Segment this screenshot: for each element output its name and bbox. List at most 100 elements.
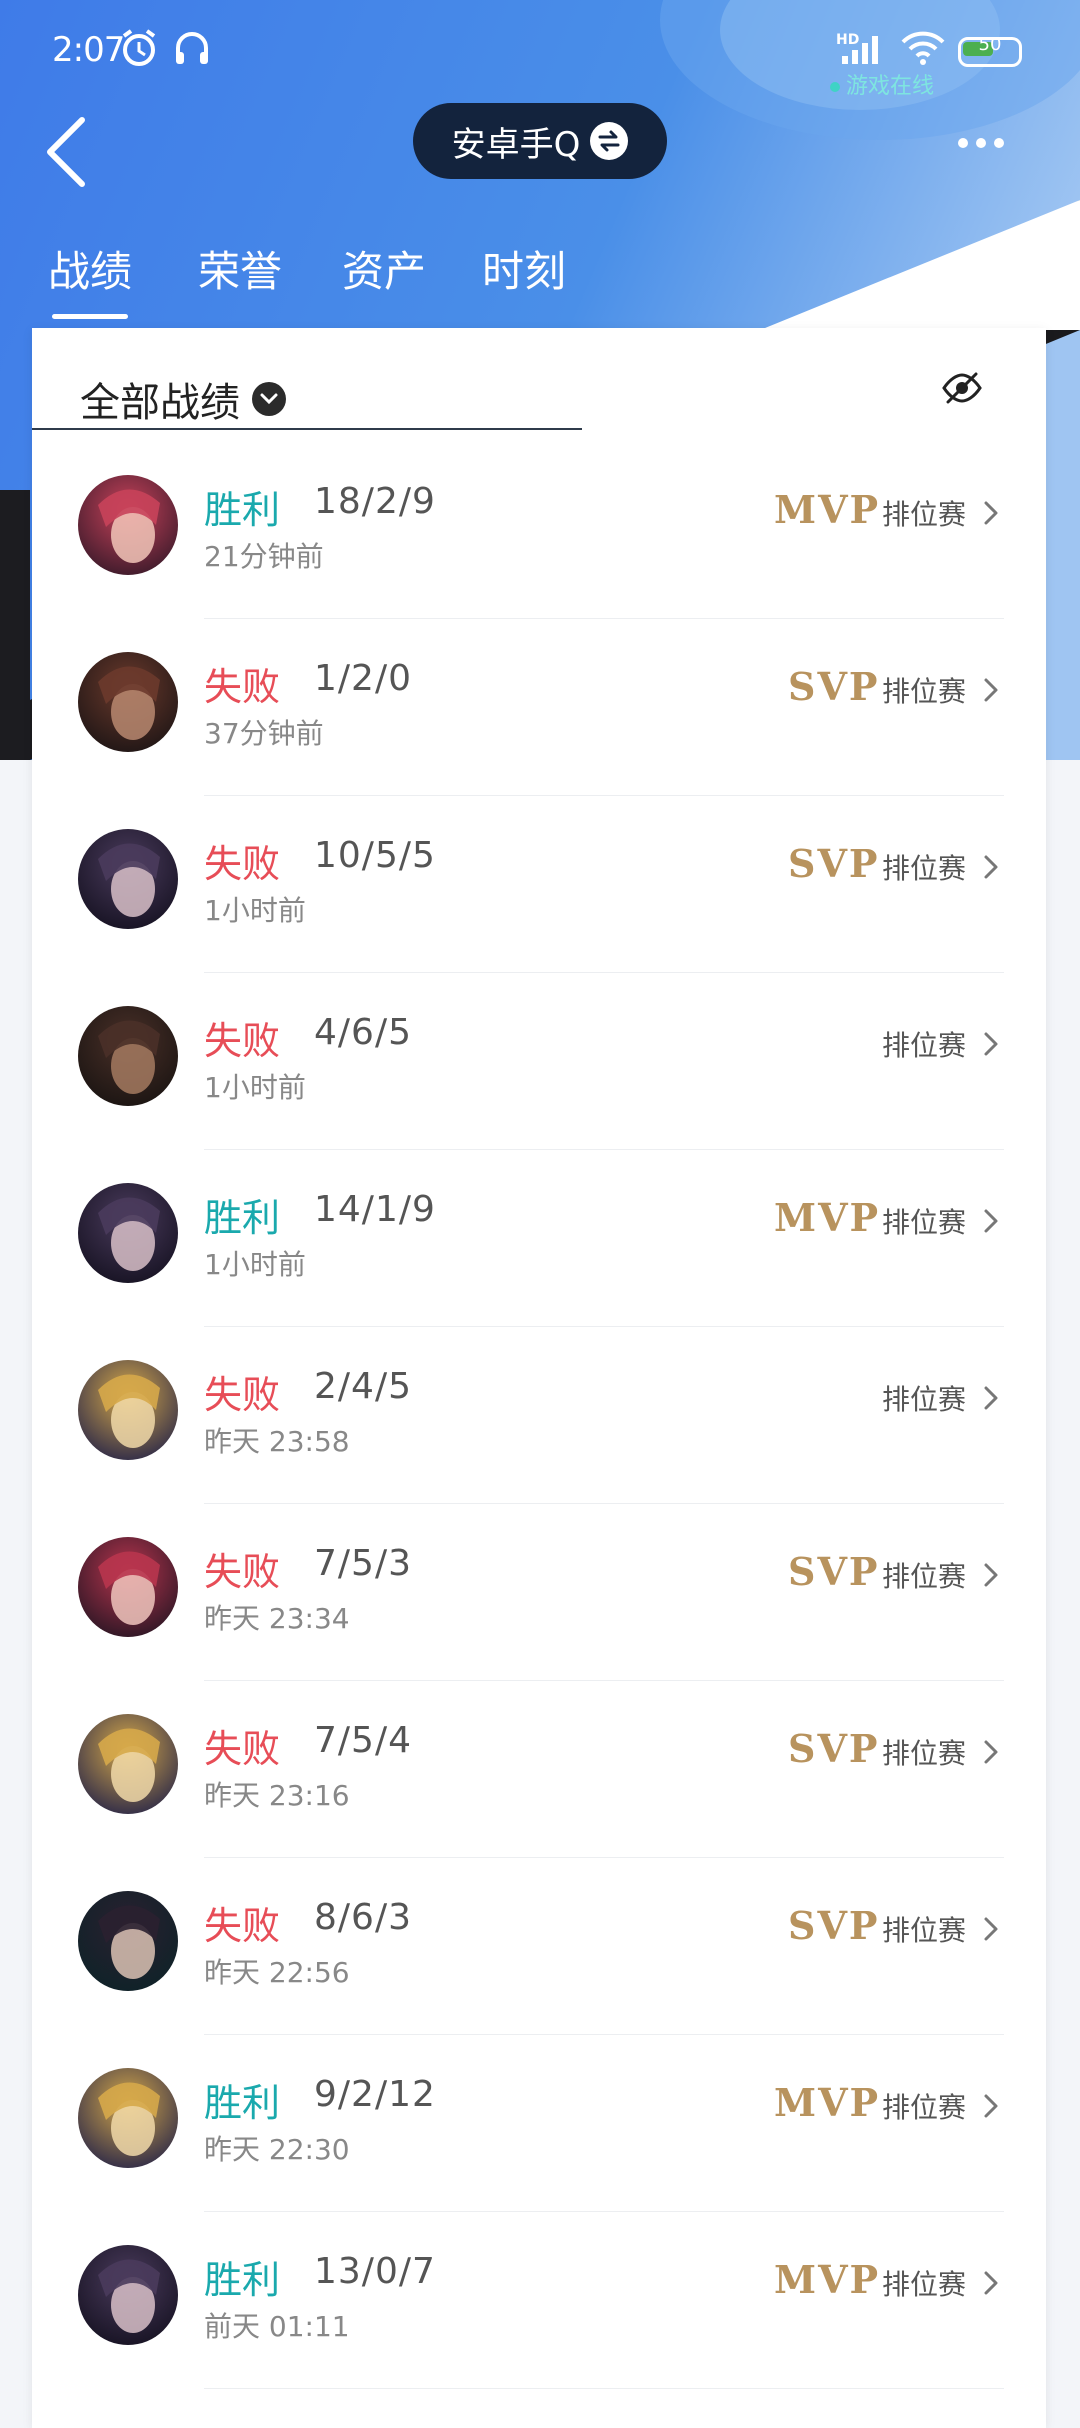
tab-records[interactable]: 战绩 [48,238,132,319]
chevron-right-icon [984,1917,998,1941]
match-mode: 排位赛 [882,2091,967,2124]
match-time: 昨天 23:16 [204,1779,350,1812]
match-mode: 排位赛 [882,1914,967,1947]
match-row[interactable]: 失败 4/6/5 1小时前 排位赛 [32,974,1046,1150]
match-mode: 排位赛 [882,2268,967,2301]
match-time: 1小时前 [204,1071,306,1104]
match-time: 21分钟前 [204,540,324,573]
records-filter-dropdown[interactable]: 全部战绩 [80,370,286,428]
chevron-right-icon [984,855,998,879]
more-dots-icon [958,138,968,148]
chevron-down-icon [252,382,286,416]
chevron-right-icon [984,1209,998,1233]
online-dot-icon [830,82,840,92]
hero-avatar [78,2245,178,2345]
row-divider [204,795,1004,796]
match-kda: 7/5/4 [314,1720,412,1761]
match-row[interactable]: 失败 8/6/3 昨天 22:56 SVP 排位赛 [32,1859,1046,2035]
match-time: 昨天 23:58 [204,1425,350,1458]
mvp-badge: MVP [774,2080,881,2125]
match-result: 胜利 [204,2081,281,2125]
match-result: 失败 [204,1373,281,1417]
hero-avatar [78,1183,178,1283]
tab-honors[interactable]: 荣誉 [198,238,282,299]
tab-moments[interactable]: 时刻 [482,238,566,299]
match-kda: 7/5/3 [314,1543,412,1584]
mvp-badge: MVP [774,2257,881,2302]
match-mode: 排位赛 [882,498,967,531]
match-kda: 2/4/5 [314,1366,412,1407]
row-divider [204,1149,1004,1150]
wifi-icon [901,31,945,65]
hide-records-icon[interactable] [940,368,984,408]
back-icon[interactable] [38,110,108,190]
match-row[interactable]: 胜利 18/2/9 21分钟前 MVP 排位赛 [32,443,1046,619]
match-row[interactable]: 失败 7/5/3 昨天 23:34 SVP 排位赛 [32,1505,1046,1681]
tab-bar: 战绩 荣誉 资产 时刻 [0,238,1080,328]
row-divider [204,1326,1004,1327]
row-divider [204,2388,1004,2389]
match-kda: 9/2/12 [314,2074,436,2115]
match-kda: 13/0/7 [314,2251,436,2292]
battery-icon: 50 [958,34,1022,67]
chevron-right-icon [984,501,998,525]
match-time: 1小时前 [204,1248,306,1281]
row-divider [204,2034,1004,2035]
headphones-icon [176,32,208,64]
row-divider [204,1680,1004,1681]
game-online-status: 游戏在线 [830,68,934,100]
match-time: 37分钟前 [204,717,324,750]
row-divider [204,618,1004,619]
chevron-right-icon [984,678,998,702]
account-switcher-button[interactable]: 安卓手Q [413,103,667,179]
match-row[interactable]: 失败 1/2/0 37分钟前 SVP 排位赛 [32,620,1046,796]
match-mode: 排位赛 [882,675,967,708]
match-row[interactable]: 胜利 13/0/7 前天 01:11 MVP 排位赛 [32,2213,1046,2389]
match-mode: 排位赛 [882,1029,967,1062]
chevron-right-icon [984,2094,998,2118]
match-kda: 1/2/0 [314,658,412,699]
hero-avatar [78,652,178,752]
svp-badge: SVP [788,1903,880,1948]
match-time: 昨天 23:34 [204,1602,350,1635]
top-bar: 安卓手Q [0,100,1080,210]
battery-level: 50 [978,34,1002,55]
chevron-right-icon [984,1740,998,1764]
match-row[interactable]: 失败 10/5/5 1小时前 SVP 排位赛 [32,797,1046,973]
filter-label: 全部战绩 [80,380,240,426]
row-divider [204,1857,1004,1858]
mvp-badge: MVP [774,1195,881,1240]
match-mode: 排位赛 [882,1737,967,1770]
svp-badge: SVP [788,664,880,709]
match-kda: 8/6/3 [314,1897,412,1938]
hero-avatar [78,1006,178,1106]
match-kda: 18/2/9 [314,481,436,522]
hero-avatar [78,475,178,575]
tab-assets[interactable]: 资产 [342,238,426,299]
row-divider [204,972,1004,973]
svp-badge: SVP [788,1726,880,1771]
more-options-button[interactable] [958,128,1028,158]
match-time: 昨天 22:30 [204,2133,350,2166]
match-result: 失败 [204,665,281,709]
match-time: 前天 01:11 [204,2310,350,2343]
match-records-card: 全部战绩 胜利 18/2/9 21分钟前 MVP 排位赛 失败 1/2/0 37… [32,328,1046,2428]
hero-avatar [78,1714,178,1814]
hero-avatar [78,1360,178,1460]
match-row[interactable]: 失败 7/5/4 昨天 23:16 SVP 排位赛 [32,1682,1046,1858]
status-time: 2:07 [52,30,125,70]
match-result: 失败 [204,1727,281,1771]
match-row[interactable]: 胜利 14/1/9 1小时前 MVP 排位赛 [32,1151,1046,1327]
match-kda: 14/1/9 [314,1189,436,1230]
hero-avatar [78,1537,178,1637]
svp-badge: SVP [788,841,880,886]
row-divider [204,2211,1004,2212]
match-time: 1小时前 [204,894,306,927]
match-row[interactable]: 失败 2/4/5 昨天 23:58 排位赛 [32,1328,1046,1504]
match-result: 胜利 [204,2258,281,2302]
svp-badge: SVP [788,1549,880,1594]
match-result: 失败 [204,1904,281,1948]
match-row[interactable]: 胜利 9/2/12 昨天 22:30 MVP 排位赛 [32,2036,1046,2212]
match-result: 胜利 [204,488,281,532]
chevron-right-icon [984,1386,998,1410]
